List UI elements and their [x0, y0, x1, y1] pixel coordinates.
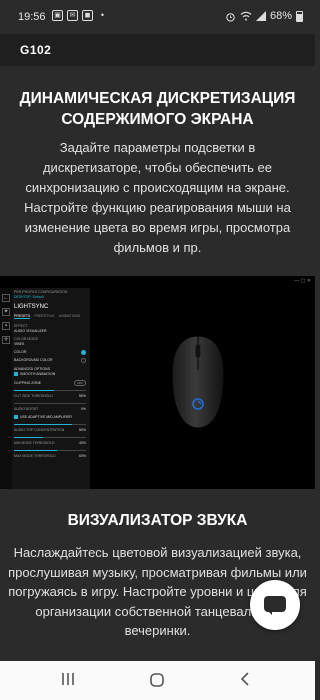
wifi-icon [240, 11, 252, 21]
slider-track [14, 437, 86, 438]
clipping-label: CLIPPING ZONE [14, 380, 42, 385]
background-option-label: BACKGROUND COLOR [14, 358, 53, 362]
message-icon: ✉ [67, 10, 78, 21]
notification-icons: ▣ ✉ ◼ • [52, 10, 108, 21]
lightsync-heading: LIGHTSYNC [14, 304, 49, 310]
hero-title: ДИНАМИЧЕСКАЯ ДИСКРЕТИЗАЦИЯ СОДЕРЖИМОГО Э… [19, 90, 296, 128]
panel-topbar [0, 276, 90, 288]
battery-icon [296, 10, 303, 22]
adaptive-checkbox [14, 415, 18, 420]
home-icon[interactable] [149, 672, 165, 688]
gallery-icon: ▣ [52, 10, 63, 21]
smooth-label: SMOOTH ANIMATION [20, 372, 56, 376]
slider-label: AUDIO BOOST [14, 407, 39, 411]
slider-value: 55% [78, 394, 86, 398]
settings-panel: ← ✦ ▪ ✛ PER-PROFILE CONFIGURATION DESKTO… [0, 276, 90, 489]
page-title[interactable]: G102 [20, 43, 51, 57]
dot-icon: • [100, 10, 105, 20]
tab-presets: PRESETS [14, 314, 31, 319]
profile-subheader: DESKTOP: Default [14, 295, 44, 299]
lightsync-icon: ▪ [2, 322, 10, 330]
slider-label: CUT SIDE THRESHOLD [14, 394, 53, 398]
android-nav-bar [0, 661, 315, 700]
slider-track [14, 390, 86, 391]
slider-label: MIN MODE THRESHOLD [14, 441, 55, 445]
g102-mouse-image [171, 335, 225, 429]
back-icon[interactable] [238, 672, 252, 686]
color-option-label: COLOR [14, 350, 27, 354]
slider-track [14, 403, 86, 404]
color-radio [81, 350, 86, 355]
slider-value: 40% [78, 441, 86, 445]
effect-value: AUDIO VISUALIZER [14, 329, 47, 333]
tab-animations: ANIMATIONS [58, 314, 81, 318]
clipping-toggle: OFF [74, 380, 86, 386]
lightsync-tabs: PRESETS FREESTYLE ANIMATIONS [14, 314, 86, 319]
audio-visualizer-section: ВИЗУАЛИЗАТОР ЗВУКА Наслаждайтесь цветово… [0, 489, 315, 661]
window-controls-icon: — ▢ ✕ [294, 278, 311, 284]
alarm-icon [226, 12, 235, 22]
site-header: G102 [0, 34, 315, 66]
battery-text: 68% [269, 10, 292, 22]
slider-value: 0% [80, 407, 86, 411]
section-title: ВИЗУАЛИЗАТОР ЗВУКА [67, 512, 248, 529]
color-mode-value: VIBES [14, 342, 25, 346]
slider-label: MAX MODE THRESHOLD [14, 454, 56, 458]
sun-icon: ✦ [2, 308, 10, 316]
tab-freestyle: FREESTYLE [34, 314, 55, 318]
hero-body: Задайте параметры подсветки в дискретиза… [24, 140, 291, 255]
slider-track [14, 450, 86, 451]
signal-icon [255, 11, 266, 21]
panel-content: PER-PROFILE CONFIGURATION DESKTOP: Defau… [14, 290, 86, 462]
slider-value: 60% [78, 454, 86, 458]
slider-label: AUDIO TOP CONCENTRATION [14, 428, 65, 432]
recents-icon[interactable] [61, 672, 75, 686]
software-screenshot: ← ✦ ▪ ✛ PER-PROFILE CONFIGURATION DESKTO… [0, 276, 315, 489]
move-icon: ✛ [2, 336, 10, 344]
chat-button[interactable] [250, 580, 300, 630]
background-radio [81, 358, 86, 363]
hero-section: ДИНАМИЧЕСКАЯ ДИСКРЕТИЗАЦИЯ СОДЕРЖИМОГО Э… [0, 66, 315, 276]
slider-track [14, 424, 86, 425]
status-bar: 19:56 ▣ ✉ ◼ • 68% [0, 0, 315, 34]
panel-sidebar: ← ✦ ▪ ✛ [0, 288, 12, 489]
slider-value: 80% [78, 428, 86, 432]
back-arrow-icon: ← [2, 294, 10, 302]
smooth-checkbox [14, 372, 18, 377]
status-time: 19:56 [18, 11, 46, 23]
adaptive-label: USE ADAPTIVE MID AMPLIFIER [20, 415, 72, 419]
square-icon: ◼ [82, 10, 93, 21]
chat-bubble-tail [267, 610, 272, 615]
